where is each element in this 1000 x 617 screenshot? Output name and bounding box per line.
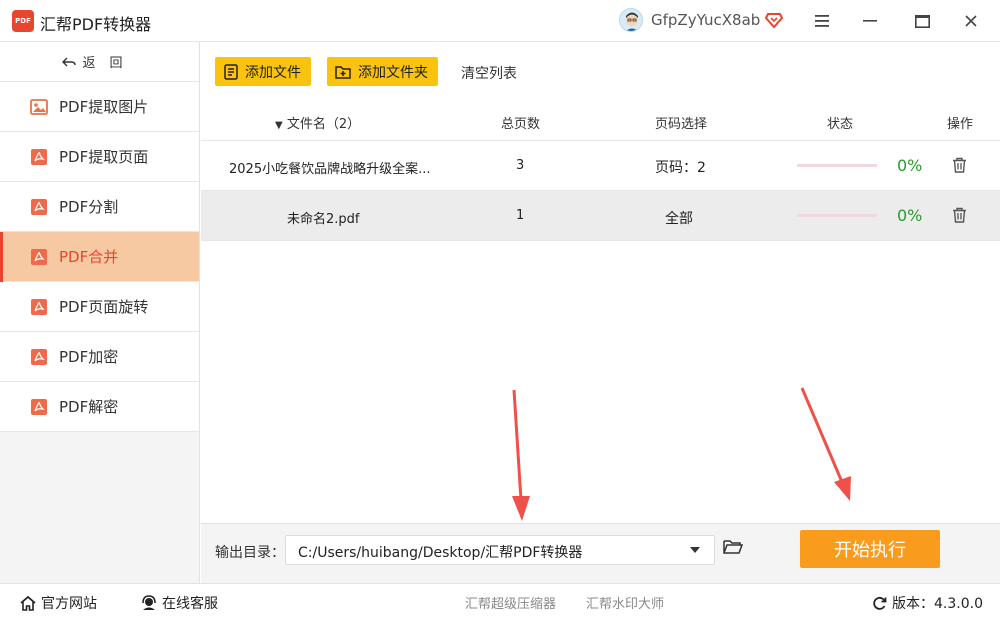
row-pages: 3 (516, 158, 525, 173)
status-column-header: 状态 (827, 117, 854, 132)
file-table-header: ▼ 文件名（2） 总页数 页码选择 状态 操作 (201, 100, 1000, 141)
row-filename: 2025小吃餐饮品牌战略升级全案... (229, 162, 431, 177)
open-folder-icon[interactable] (723, 539, 744, 559)
row-page-select[interactable]: 页码：2 (655, 157, 706, 177)
output-dir-label: 输出目录： (215, 545, 285, 561)
sidebar-item-pdf-encrypt[interactable]: PDF加密 (0, 332, 199, 382)
user-avatar[interactable] (619, 8, 643, 32)
pages-column-header: 总页数 (501, 117, 541, 132)
table-row[interactable]: 未命名2.pdf 1 全部 0% (201, 191, 1000, 241)
output-bar: 输出目录： C:/Users/huibang/Desktop/汇帮PDF转换器 … (201, 523, 1000, 583)
add-file-button[interactable]: 添加文件 (215, 57, 311, 86)
official-website-link[interactable]: 官方网站 (20, 593, 97, 613)
action-column-header: 操作 (947, 117, 974, 132)
version-info[interactable]: 版本：4.3.0.0 (872, 593, 983, 613)
row-percent: 0% (897, 156, 923, 175)
add-folder-icon (335, 65, 351, 79)
delete-icon[interactable] (952, 157, 967, 177)
avatar-icon (626, 12, 638, 31)
row-progress-bar (797, 164, 877, 167)
refresh-icon (873, 596, 887, 610)
vip-diamond-icon[interactable] (764, 11, 784, 29)
row-pages: 1 (516, 208, 525, 223)
sidebar-item-pdf-decrypt[interactable]: PDF解密 (0, 382, 199, 432)
add-file-label: 添加文件 (245, 64, 301, 81)
home-icon (20, 595, 36, 611)
maximize-icon[interactable] (909, 8, 935, 34)
sidebar-item-pdf-rotate[interactable]: PDF页面旋转 (0, 282, 199, 332)
title-bar: PDF 汇帮PDF转换器 GfpZyYucX8ab (0, 0, 1000, 42)
file-list-empty-area (201, 241, 1000, 523)
back-arrow-icon (62, 57, 77, 66)
online-support-link[interactable]: 在线客服 (141, 593, 218, 613)
image-icon (30, 98, 48, 116)
add-folder-label: 添加文件夹 (358, 64, 428, 81)
output-dir-select[interactable]: C:/Users/huibang/Desktop/汇帮PDF转换器 (285, 535, 715, 565)
sidebar-item-label: PDF提取页面 (59, 148, 149, 166)
sidebar-item-label: PDF页面旋转 (59, 298, 149, 316)
pdf-icon (30, 198, 48, 216)
sidebar-item-label: PDF加密 (59, 348, 119, 366)
add-folder-button[interactable]: 添加文件夹 (327, 57, 438, 86)
sidebar-item-label: PDF合并 (59, 248, 119, 266)
pdf-icon (30, 298, 48, 316)
sort-down-icon: ▼ (275, 120, 283, 131)
headset-icon (142, 595, 156, 610)
add-file-icon (224, 63, 238, 80)
toolbar: 添加文件 添加文件夹 清空列表 (201, 42, 1000, 100)
delete-icon[interactable] (952, 207, 967, 227)
row-percent: 0% (897, 206, 923, 225)
start-button[interactable]: 开始执行 (800, 530, 940, 568)
app-title: 汇帮PDF转换器 (40, 15, 152, 34)
back-button[interactable]: 返回 (0, 42, 199, 82)
sidebar-item-pdf-extract-images[interactable]: PDF提取图片 (0, 82, 199, 132)
clear-list-button[interactable]: 清空列表 (461, 63, 517, 83)
compressor-link[interactable]: 汇帮超级压缩器 (465, 593, 556, 612)
output-dir-value: C:/Users/huibang/Desktop/汇帮PDF转换器 (298, 545, 583, 561)
app-logo: PDF (12, 10, 34, 32)
sidebar: 返回 PDF提取图片 PDF提取页面 PDF分割 PDF合并 PDF页面旋转 P… (0, 42, 200, 583)
minimize-icon[interactable] (857, 8, 883, 34)
sidebar-item-pdf-extract-pages[interactable]: PDF提取页面 (0, 132, 199, 182)
close-icon[interactable] (958, 8, 984, 34)
watermark-link[interactable]: 汇帮水印大师 (586, 593, 664, 612)
chevron-down-icon (690, 547, 700, 553)
sidebar-item-pdf-merge[interactable]: PDF合并 (0, 232, 199, 282)
sidebar-item-label: PDF分割 (59, 198, 119, 216)
menu-icon[interactable] (809, 8, 835, 34)
row-page-select[interactable]: 全部 (665, 208, 693, 228)
username[interactable]: GfpZyYucX8ab (651, 11, 760, 29)
pdf-icon (30, 148, 48, 166)
row-progress-bar (797, 214, 877, 217)
sidebar-item-label: PDF解密 (59, 398, 119, 416)
pdf-icon (30, 348, 48, 366)
back-label: 返回 (82, 56, 137, 71)
sidebar-item-label: PDF提取图片 (59, 98, 149, 116)
pdf-icon (30, 248, 48, 266)
status-bar: 官方网站 在线客服 汇帮超级压缩器 汇帮水印大师 版本：4.3.0.0 (0, 583, 1000, 617)
sidebar-item-pdf-split[interactable]: PDF分割 (0, 182, 199, 232)
page-select-column-header: 页码选择 (655, 117, 708, 132)
pdf-icon (30, 398, 48, 416)
table-row[interactable]: 2025小吃餐饮品牌战略升级全案... 3 页码：2 0% (201, 141, 1000, 191)
filename-column-header[interactable]: ▼ 文件名（2） (275, 113, 360, 132)
row-filename: 未命名2.pdf (287, 212, 360, 227)
